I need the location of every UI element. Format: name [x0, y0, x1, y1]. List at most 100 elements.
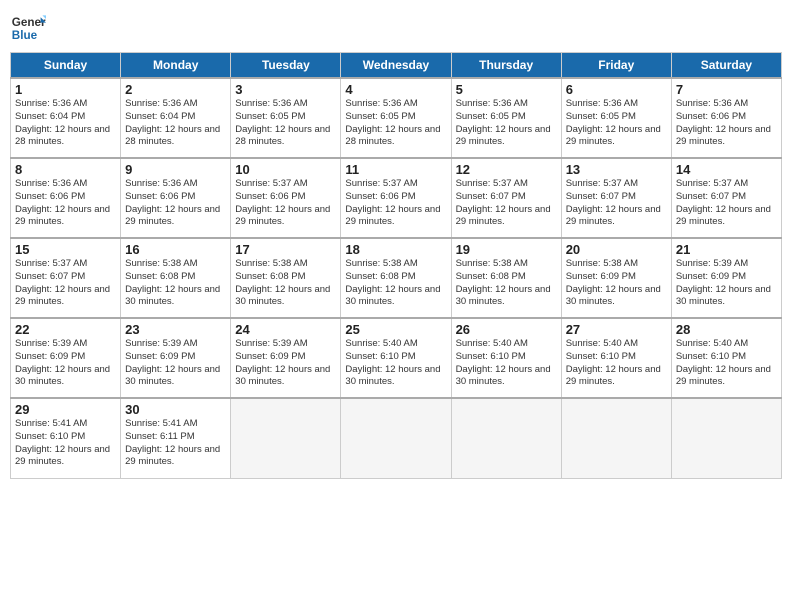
day-info: Sunrise: 5:36 AMSunset: 6:04 PMDaylight:…: [15, 98, 116, 149]
calendar-cell: 15Sunrise: 5:37 AMSunset: 6:07 PMDayligh…: [11, 238, 121, 318]
calendar-cell: [231, 398, 341, 478]
day-number: 8: [15, 162, 116, 177]
day-info: Sunrise: 5:40 AMSunset: 6:10 PMDaylight:…: [456, 338, 557, 389]
day-info: Sunrise: 5:40 AMSunset: 6:10 PMDaylight:…: [345, 338, 446, 389]
day-info: Sunrise: 5:41 AMSunset: 6:10 PMDaylight:…: [15, 418, 116, 469]
calendar-cell: 20Sunrise: 5:38 AMSunset: 6:09 PMDayligh…: [561, 238, 671, 318]
day-number: 7: [676, 82, 777, 97]
calendar-cell: 8Sunrise: 5:36 AMSunset: 6:06 PMDaylight…: [11, 158, 121, 238]
calendar-cell: 6Sunrise: 5:36 AMSunset: 6:05 PMDaylight…: [561, 78, 671, 158]
day-number: 21: [676, 242, 777, 257]
day-info: Sunrise: 5:40 AMSunset: 6:10 PMDaylight:…: [676, 338, 777, 389]
day-number: 11: [345, 162, 446, 177]
day-info: Sunrise: 5:36 AMSunset: 6:04 PMDaylight:…: [125, 98, 226, 149]
calendar-cell: 11Sunrise: 5:37 AMSunset: 6:06 PMDayligh…: [341, 158, 451, 238]
day-info: Sunrise: 5:36 AMSunset: 6:05 PMDaylight:…: [456, 98, 557, 149]
day-number: 16: [125, 242, 226, 257]
calendar-header-monday: Monday: [121, 53, 231, 79]
calendar-cell: 12Sunrise: 5:37 AMSunset: 6:07 PMDayligh…: [451, 158, 561, 238]
calendar-cell: 14Sunrise: 5:37 AMSunset: 6:07 PMDayligh…: [671, 158, 781, 238]
day-number: 19: [456, 242, 557, 257]
day-info: Sunrise: 5:36 AMSunset: 6:05 PMDaylight:…: [235, 98, 336, 149]
logo-icon: General Blue: [10, 10, 46, 46]
day-number: 14: [676, 162, 777, 177]
day-info: Sunrise: 5:39 AMSunset: 6:09 PMDaylight:…: [235, 338, 336, 389]
day-number: 12: [456, 162, 557, 177]
calendar-cell: 18Sunrise: 5:38 AMSunset: 6:08 PMDayligh…: [341, 238, 451, 318]
calendar-cell: 17Sunrise: 5:38 AMSunset: 6:08 PMDayligh…: [231, 238, 341, 318]
day-number: 9: [125, 162, 226, 177]
day-number: 15: [15, 242, 116, 257]
day-number: 1: [15, 82, 116, 97]
calendar-cell: 1Sunrise: 5:36 AMSunset: 6:04 PMDaylight…: [11, 78, 121, 158]
calendar-cell: 19Sunrise: 5:38 AMSunset: 6:08 PMDayligh…: [451, 238, 561, 318]
svg-text:Blue: Blue: [12, 29, 38, 42]
day-info: Sunrise: 5:38 AMSunset: 6:08 PMDaylight:…: [235, 258, 336, 309]
day-number: 20: [566, 242, 667, 257]
day-info: Sunrise: 5:36 AMSunset: 6:05 PMDaylight:…: [345, 98, 446, 149]
day-number: 22: [15, 322, 116, 337]
day-number: 13: [566, 162, 667, 177]
calendar-header-sunday: Sunday: [11, 53, 121, 79]
day-info: Sunrise: 5:41 AMSunset: 6:11 PMDaylight:…: [125, 418, 226, 469]
day-number: 25: [345, 322, 446, 337]
calendar-header-saturday: Saturday: [671, 53, 781, 79]
day-info: Sunrise: 5:37 AMSunset: 6:06 PMDaylight:…: [345, 178, 446, 229]
day-info: Sunrise: 5:39 AMSunset: 6:09 PMDaylight:…: [125, 338, 226, 389]
calendar-header-wednesday: Wednesday: [341, 53, 451, 79]
day-info: Sunrise: 5:36 AMSunset: 6:06 PMDaylight:…: [125, 178, 226, 229]
calendar-cell: 9Sunrise: 5:36 AMSunset: 6:06 PMDaylight…: [121, 158, 231, 238]
day-info: Sunrise: 5:37 AMSunset: 6:06 PMDaylight:…: [235, 178, 336, 229]
calendar-cell: 25Sunrise: 5:40 AMSunset: 6:10 PMDayligh…: [341, 318, 451, 398]
calendar-week-3: 15Sunrise: 5:37 AMSunset: 6:07 PMDayligh…: [11, 238, 782, 318]
calendar-cell: 29Sunrise: 5:41 AMSunset: 6:10 PMDayligh…: [11, 398, 121, 478]
day-number: 2: [125, 82, 226, 97]
day-info: Sunrise: 5:37 AMSunset: 6:07 PMDaylight:…: [566, 178, 667, 229]
calendar-cell: [561, 398, 671, 478]
day-number: 4: [345, 82, 446, 97]
calendar-cell: 24Sunrise: 5:39 AMSunset: 6:09 PMDayligh…: [231, 318, 341, 398]
day-info: Sunrise: 5:40 AMSunset: 6:10 PMDaylight:…: [566, 338, 667, 389]
day-number: 23: [125, 322, 226, 337]
day-number: 28: [676, 322, 777, 337]
calendar-cell: 27Sunrise: 5:40 AMSunset: 6:10 PMDayligh…: [561, 318, 671, 398]
calendar-header-friday: Friday: [561, 53, 671, 79]
day-number: 26: [456, 322, 557, 337]
calendar-week-5: 29Sunrise: 5:41 AMSunset: 6:10 PMDayligh…: [11, 398, 782, 478]
day-info: Sunrise: 5:38 AMSunset: 6:08 PMDaylight:…: [125, 258, 226, 309]
day-info: Sunrise: 5:38 AMSunset: 6:09 PMDaylight:…: [566, 258, 667, 309]
day-info: Sunrise: 5:36 AMSunset: 6:05 PMDaylight:…: [566, 98, 667, 149]
day-info: Sunrise: 5:39 AMSunset: 6:09 PMDaylight:…: [15, 338, 116, 389]
page-header: General Blue: [10, 10, 782, 46]
calendar-cell: [341, 398, 451, 478]
day-number: 30: [125, 402, 226, 417]
day-number: 3: [235, 82, 336, 97]
calendar-cell: 7Sunrise: 5:36 AMSunset: 6:06 PMDaylight…: [671, 78, 781, 158]
calendar-week-2: 8 Sunrise: 5:36 AMSunset: 6:06 PMDaylight…: [11, 158, 782, 238]
calendar-cell: 16Sunrise: 5:38 AMSunset: 6:08 PMDayligh…: [121, 238, 231, 318]
calendar-cell: 2Sunrise: 5:36 AMSunset: 6:04 PMDaylight…: [121, 78, 231, 158]
day-number: 27: [566, 322, 667, 337]
day-info: Sunrise: 5:38 AMSunset: 6:08 PMDaylight:…: [456, 258, 557, 309]
calendar-cell: 23Sunrise: 5:39 AMSunset: 6:09 PMDayligh…: [121, 318, 231, 398]
day-info: Sunrise: 5:39 AMSunset: 6:09 PMDaylight:…: [676, 258, 777, 309]
day-info: Sunrise: 5:37 AMSunset: 6:07 PMDaylight:…: [676, 178, 777, 229]
calendar-table: SundayMondayTuesdayWednesdayThursdayFrid…: [10, 52, 782, 479]
day-number: 24: [235, 322, 336, 337]
calendar-cell: 5Sunrise: 5:36 AMSunset: 6:05 PMDaylight…: [451, 78, 561, 158]
calendar-week-4: 22Sunrise: 5:39 AMSunset: 6:09 PMDayligh…: [11, 318, 782, 398]
calendar-cell: 30Sunrise: 5:41 AMSunset: 6:11 PMDayligh…: [121, 398, 231, 478]
calendar-cell: [671, 398, 781, 478]
calendar-header-thursday: Thursday: [451, 53, 561, 79]
day-number: 5: [456, 82, 557, 97]
day-number: 17: [235, 242, 336, 257]
calendar-cell: 28Sunrise: 5:40 AMSunset: 6:10 PMDayligh…: [671, 318, 781, 398]
day-info: Sunrise: 5:37 AMSunset: 6:07 PMDaylight:…: [456, 178, 557, 229]
day-info: Sunrise: 5:37 AMSunset: 6:07 PMDaylight:…: [15, 258, 116, 309]
calendar-cell: 13Sunrise: 5:37 AMSunset: 6:07 PMDayligh…: [561, 158, 671, 238]
calendar-header-tuesday: Tuesday: [231, 53, 341, 79]
logo: General Blue: [10, 10, 46, 46]
day-number: 18: [345, 242, 446, 257]
day-info: Sunrise: 5:38 AMSunset: 6:08 PMDaylight:…: [345, 258, 446, 309]
calendar-cell: 10Sunrise: 5:37 AMSunset: 6:06 PMDayligh…: [231, 158, 341, 238]
